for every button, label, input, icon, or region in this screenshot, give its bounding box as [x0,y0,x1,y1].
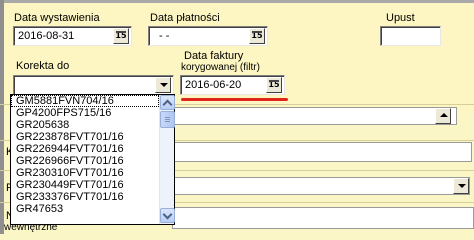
calendar-icon: 15 [115,31,127,40]
data-platnosci-label: Data płatności [150,12,220,24]
data-platnosci-calendar-button[interactable]: 15 [249,28,265,44]
dropdown-items: GM5881FVN704/16 GP4200FPS715/16 GR205638 GR… [11,95,159,224]
data-wystawienia-calendar-button[interactable]: 15 [113,28,129,44]
data-wystawienia-label: Data wystawienia [14,12,100,24]
dropdown-scrollbar[interactable] [159,95,175,224]
background-combobox-3-button[interactable] [453,178,469,194]
window-frame-left [0,0,4,234]
korekta-do-dropdown-list[interactable]: GM5881FVN704/16 GP4200FPS715/16 GR205638 GR… [10,94,175,225]
data-wystawienia-field[interactable]: 2016-08-31 15 [13,26,132,46]
dropdown-item[interactable]: GR226966FVT701/16 [11,155,159,167]
chevron-up-icon [162,99,173,110]
upust-label: Upust [386,12,415,24]
calendar-icon: 15 [251,31,263,40]
data-wystawienia-value: 2016-08-31 [18,30,75,42]
scroll-down-button[interactable] [160,208,175,223]
korekta-do-combobox[interactable] [13,75,174,95]
calendar-icon: 15 [268,80,280,89]
background-field-2[interactable] [172,142,472,162]
dropdown-item[interactable]: GP4200FPS715/16 [11,107,159,119]
dropdown-item[interactable]: GR233376FVT701/16 [11,191,159,203]
data-faktury-calendar-button[interactable]: 15 [266,77,282,93]
data-faktury-label-line2: korygowanej (filtr) [181,62,260,73]
korekta-do-dropdown-button[interactable] [155,77,171,93]
chevron-down-icon [160,83,168,87]
chevron-down-icon [162,209,173,220]
window-frame-top [0,0,474,3]
background-combobox-1[interactable] [172,107,457,125]
data-platnosci-field[interactable]: - - 15 [148,26,268,46]
background-combobox-3[interactable] [172,177,470,195]
dropdown-item[interactable]: GR205638 [11,119,159,131]
dropdown-item[interactable]: GR47653 [11,203,159,215]
chevron-down-icon [458,184,466,188]
scroll-thumb[interactable] [160,111,175,128]
data-faktury-korygowanej-value: 2016-06-20 [185,79,242,91]
background-combobox-1-button[interactable] [435,108,451,124]
dropdown-item[interactable]: GR230310FVT701/16 [11,167,159,179]
data-platnosci-value: - - [159,30,170,42]
dropdown-item[interactable]: GR230449FVT701/16 [11,179,159,191]
data-faktury-label-line1: Data faktury [184,50,244,62]
upust-field[interactable] [380,26,441,46]
korekta-do-label: Korekta do [16,60,70,72]
dropdown-item[interactable]: GM5881FVN704/16 [11,95,159,107]
background-field-4[interactable] [172,207,474,229]
data-faktury-korygowanej-field[interactable]: 2016-06-20 15 [180,75,285,95]
scroll-up-button[interactable] [160,95,175,110]
highlight-underline [181,98,288,101]
dropdown-item[interactable]: GR226944FVT701/16 [11,143,159,155]
chevron-up-icon [440,113,448,117]
dropdown-item[interactable]: GR223878FVT701/16 [11,131,159,143]
